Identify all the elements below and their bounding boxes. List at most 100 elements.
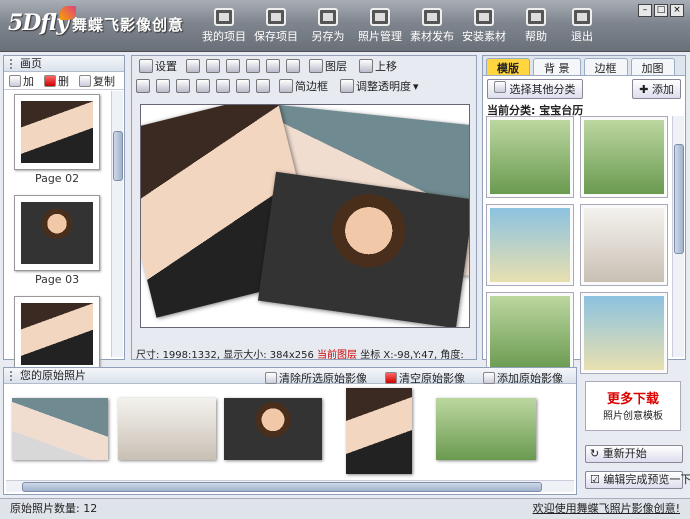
tab-template[interactable]: 模版 <box>486 58 530 75</box>
crop-icon[interactable] <box>216 79 230 93</box>
help-button[interactable]: 帮助 <box>510 8 562 48</box>
add-page-button[interactable]: 加 <box>6 73 37 88</box>
layer-button[interactable]: 图层 <box>306 57 350 75</box>
preview-button[interactable]: ☑ 编辑完成预览一下 <box>585 471 690 489</box>
copy-layer-icon[interactable] <box>206 59 220 73</box>
move-up-icon <box>359 59 373 73</box>
exit-button[interactable]: 退出 <box>556 8 608 48</box>
close-button[interactable]: × <box>670 4 684 17</box>
original-photo[interactable] <box>346 388 412 474</box>
page-thumbnail[interactable] <box>14 94 100 170</box>
photo-count: 12 <box>83 502 98 515</box>
delete-page-button[interactable]: 删 <box>41 73 72 88</box>
welcome-link[interactable]: 欢迎使用舞蝶飞照片影像创意! <box>533 499 680 518</box>
save-layer-icon[interactable] <box>286 59 300 73</box>
app-name: 舞蝶飞影像创意 <box>72 16 185 34</box>
clear-all-button[interactable]: 清空原始影像 <box>382 369 468 387</box>
move-up-button[interactable]: 上移 <box>356 57 400 75</box>
display-size: 384x256 <box>269 350 314 361</box>
install-material-button[interactable]: 安装素材 <box>458 8 510 48</box>
minimize-button[interactable]: – <box>638 4 652 17</box>
scroll-thumb[interactable] <box>674 144 684 254</box>
fill-icon[interactable] <box>256 79 270 93</box>
page-label: Page 03 <box>34 273 80 286</box>
maximize-button[interactable]: □ <box>654 4 668 17</box>
layer-icon <box>309 59 323 73</box>
copy-page-button[interactable]: 复制 <box>76 73 118 88</box>
edit-canvas[interactable] <box>140 104 470 328</box>
pages-panel: 画页 加 删 复制 Page 02 Page 03 <box>3 55 125 372</box>
my-projects-button[interactable]: 我的项目 <box>198 8 250 48</box>
brand-name: 5Dfly <box>8 10 69 36</box>
undo-icon[interactable] <box>246 59 260 73</box>
transparency-button[interactable]: 调整透明度 ▾ <box>337 77 422 95</box>
rotate-right-icon[interactable] <box>156 79 170 93</box>
paste-icon[interactable] <box>226 59 240 73</box>
original-photo[interactable] <box>12 398 108 460</box>
page-label: Page 02 <box>34 172 80 185</box>
select-category-button[interactable]: 选择其他分类 <box>487 79 583 99</box>
original-photos-scrollbar[interactable] <box>6 480 574 492</box>
app-logo: 5Dfly 舞蝶飞影像创意 <box>8 6 185 36</box>
original-photo[interactable] <box>436 398 536 460</box>
upload-icon <box>494 81 506 93</box>
more-downloads-button[interactable]: 更多下载 照片创意模板 <box>585 381 681 431</box>
layer-photo-3[interactable] <box>257 171 469 327</box>
save-as-button[interactable]: 另存为 <box>302 8 354 48</box>
install-icon <box>474 8 494 26</box>
grip-icon <box>10 371 16 381</box>
template-image <box>490 296 570 370</box>
template-item[interactable] <box>580 204 668 286</box>
add-template-button[interactable]: ✚ 添加 <box>632 79 681 99</box>
editor-toolbar-row1: 设置 图层 上移 <box>132 56 476 76</box>
tab-add-image[interactable]: 加图 <box>630 58 675 75</box>
template-item[interactable] <box>580 116 668 198</box>
clear-selected-button[interactable]: 清除所选原始影像 <box>262 369 370 387</box>
add-icon <box>483 372 495 384</box>
template-tabs: 模版 背 景 边框 加图 <box>483 56 685 76</box>
template-scrollbar[interactable] <box>672 116 684 357</box>
settings-button[interactable]: 设置 <box>136 57 180 75</box>
delete-icon <box>44 74 56 87</box>
redo-icon[interactable] <box>266 59 280 73</box>
template-item[interactable] <box>486 116 574 198</box>
original-photo[interactable] <box>224 398 322 460</box>
grip-icon <box>10 59 16 69</box>
title-bar: 5Dfly 舞蝶飞影像创意 我的项目 保存项目 另存为 照片管理 素材发布 安装素… <box>0 0 690 52</box>
status-line: 尺寸: 1998:1332, 显示大小: 384x256 当前图层 坐标 X:-… <box>136 350 464 361</box>
page-thumbnail[interactable] <box>14 296 100 372</box>
scroll-thumb[interactable] <box>113 131 123 181</box>
simple-frame-button[interactable]: 简边框 <box>276 77 331 95</box>
template-image <box>490 120 570 194</box>
template-image <box>584 208 664 282</box>
original-photo[interactable] <box>118 398 216 460</box>
side-actions: 更多下载 照片创意模板 ↻ 重新开始 ☑ 编辑完成预览一下 <box>583 367 690 495</box>
template-item[interactable] <box>486 292 574 374</box>
template-panel: 模版 背 景 边框 加图 选择其他分类 ✚ 添加 当前分类: 宝宝台历 <box>482 55 686 374</box>
fit-icon[interactable] <box>196 79 210 93</box>
template-item[interactable] <box>486 204 574 286</box>
restart-button[interactable]: ↻ 重新开始 <box>585 445 683 463</box>
category-buttons: 选择其他分类 ✚ 添加 <box>483 76 685 102</box>
tab-background[interactable]: 背 景 <box>533 58 581 75</box>
save-project-button[interactable]: 保存项目 <box>250 8 302 48</box>
flip-icon[interactable] <box>176 79 190 93</box>
photo-manage-button[interactable]: 照片管理 <box>354 8 406 48</box>
window-controls: – □ × <box>638 4 684 17</box>
rotate-left-icon[interactable] <box>136 79 150 93</box>
zoom-icon[interactable] <box>186 59 200 73</box>
tab-frame[interactable]: 边框 <box>583 58 628 75</box>
scroll-thumb[interactable] <box>22 482 542 492</box>
pages-scrollbar[interactable] <box>111 91 123 357</box>
template-item[interactable] <box>580 292 668 374</box>
exit-icon <box>572 8 592 26</box>
page-thumbnail[interactable] <box>14 195 100 271</box>
save-icon <box>266 8 286 26</box>
publish-material-button[interactable]: 素材发布 <box>406 8 458 48</box>
add-original-button[interactable]: 添加原始影像 <box>480 369 566 387</box>
more-downloads-subtitle: 照片创意模板 <box>603 411 663 422</box>
transparency-icon <box>340 79 354 93</box>
settings-icon <box>139 59 153 73</box>
color-icon[interactable] <box>236 79 250 93</box>
delete-icon <box>385 372 397 384</box>
